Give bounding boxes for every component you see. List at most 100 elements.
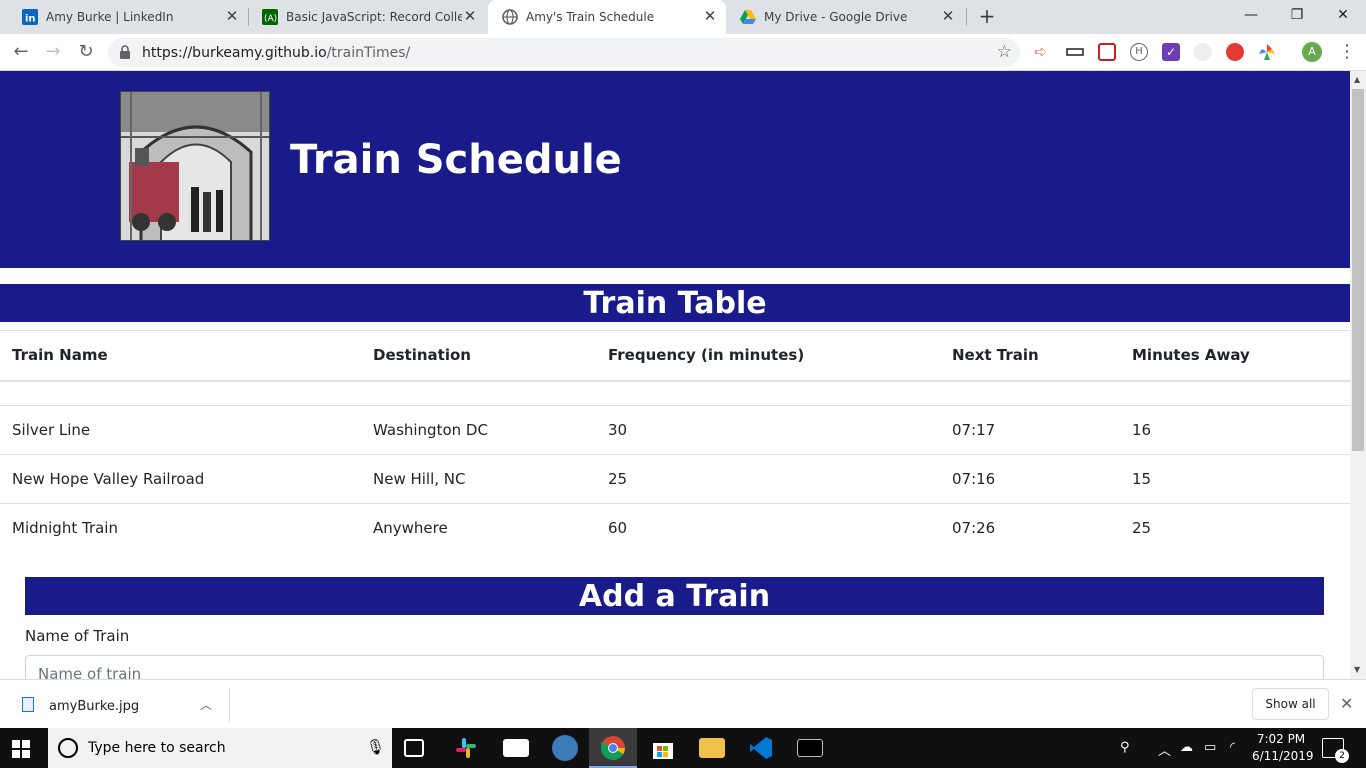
train-name-cell: Silver Line: [0, 405, 361, 455]
globe-icon: [502, 9, 518, 25]
tab-title: Amy Burke | LinkedIn: [46, 10, 174, 24]
extension-arrow-icon[interactable]: ➪: [1034, 43, 1052, 61]
table-row-empty: [0, 380, 1350, 406]
extension-grey-icon[interactable]: [1194, 43, 1212, 61]
frequency-cell: 25: [596, 454, 940, 504]
add-train-heading: Add a Train: [25, 577, 1324, 615]
minimize-button[interactable]: —: [1228, 0, 1274, 30]
microphone-icon[interactable]: 🎙: [366, 738, 385, 756]
url-path: /trainTimes/: [326, 45, 411, 61]
train-table: Train Name Destination Frequency (in min…: [0, 330, 1350, 553]
linkedin-icon: in: [22, 9, 38, 25]
train-name-input[interactable]: [25, 655, 1324, 679]
header-jumbotron: Train Schedule: [0, 71, 1350, 268]
taskbar-search-placeholder: Type here to search: [88, 740, 226, 756]
new-tab-button[interactable]: +: [977, 6, 997, 26]
scroll-up-arrow-icon[interactable]: ▲: [1354, 75, 1360, 84]
tab-freecodecamp[interactable]: (A) Basic JavaScript: Record Collectio ✕: [248, 0, 488, 34]
table-cell: [596, 380, 940, 406]
system-clock[interactable]: 7:02 PM 6/11/2019: [1252, 731, 1314, 765]
close-download-bar-icon[interactable]: ✕: [1340, 694, 1353, 713]
bookmark-star-icon[interactable]: ☆: [997, 42, 1012, 62]
profile-avatar[interactable]: A: [1302, 42, 1322, 62]
close-tab-icon[interactable]: ✕: [224, 8, 240, 24]
wifi-icon[interactable]: ◜: [1230, 740, 1235, 755]
google-drive-icon: [740, 10, 756, 24]
chevron-up-icon[interactable]: ︿: [200, 696, 212, 713]
table-cell: [1120, 380, 1350, 406]
url-host: https://burkeamy.github.io: [142, 45, 327, 61]
slack-icon[interactable]: [453, 735, 479, 761]
tab-google-drive[interactable]: My Drive - Google Drive ✕: [726, 0, 966, 34]
globe-app-icon[interactable]: [552, 735, 578, 761]
reload-button[interactable]: ↻: [75, 41, 97, 63]
people-icon[interactable]: ⚲: [1120, 740, 1130, 755]
chrome-taskbar-button[interactable]: [589, 728, 637, 768]
forward-button[interactable]: →: [42, 41, 64, 63]
train-name-cell: New Hope Valley Railroad: [0, 454, 361, 504]
extension-h-icon[interactable]: H: [1130, 43, 1148, 61]
table-row: New Hope Valley Railroad New Hill, NC 25…: [0, 454, 1350, 504]
table-row: Midnight Train Anywhere 60 07:26 25: [0, 503, 1350, 553]
windows-taskbar: Type here to search 🎙 ⚲ ︿ ☁ ▭ ◜ 7:02 PM …: [0, 728, 1366, 768]
task-view-icon[interactable]: [404, 739, 424, 757]
show-all-button[interactable]: Show all: [1252, 688, 1329, 720]
freecodecamp-icon: (A): [262, 9, 278, 25]
table-row: Silver Line Washington DC 30 07:17 16: [0, 405, 1350, 455]
windows-start-icon[interactable]: [12, 740, 30, 758]
download-file-name: amyBurke.jpg: [49, 699, 140, 714]
scroll-down-arrow-icon[interactable]: ▼: [1354, 665, 1360, 674]
table-cell: [940, 380, 1120, 406]
back-button[interactable]: ←: [10, 41, 32, 63]
next-train-cell: 07:17: [940, 405, 1120, 455]
store-icon[interactable]: [650, 735, 676, 761]
terminal-icon[interactable]: [797, 739, 823, 757]
close-tab-icon[interactable]: ✕: [702, 8, 718, 24]
extension-ruler-icon[interactable]: [1066, 43, 1084, 61]
extension-color-icon[interactable]: [1258, 43, 1276, 61]
address-bar[interactable]: https://burkeamy.github.io/trainTimes/ ☆: [108, 38, 1020, 67]
file-explorer-icon[interactable]: [699, 738, 725, 758]
extension-check-icon[interactable]: ✓: [1162, 43, 1180, 61]
table-header-row: Train Name Destination Frequency (in min…: [0, 330, 1350, 382]
column-header-train-name: Train Name: [0, 330, 361, 382]
lock-icon: [120, 45, 130, 59]
minutes-away-cell: 25: [1120, 503, 1350, 553]
destination-cell: Washington DC: [361, 405, 596, 455]
next-train-cell: 07:16: [940, 454, 1120, 504]
extension-pocket-icon[interactable]: [1098, 43, 1116, 61]
download-item[interactable]: amyBurke.jpg ︿: [0, 688, 230, 722]
browser-menu-icon[interactable]: ⋮: [1338, 42, 1356, 62]
onedrive-icon[interactable]: ☁: [1180, 740, 1193, 755]
tab-linkedin[interactable]: in Amy Burke | LinkedIn ✕: [8, 0, 248, 34]
train-table-heading: Train Table: [0, 284, 1350, 322]
battery-icon[interactable]: ▭: [1204, 740, 1216, 755]
page-title: Train Schedule: [290, 137, 622, 183]
column-header-destination: Destination: [361, 330, 596, 382]
scrollbar-thumb[interactable]: [1352, 89, 1364, 451]
svg-text:(A): (A): [264, 14, 277, 24]
mail-icon[interactable]: [503, 739, 529, 757]
tab-title: Amy's Train Schedule: [526, 10, 655, 24]
vscode-icon[interactable]: [748, 735, 774, 761]
restore-button[interactable]: ❐: [1274, 0, 1320, 30]
notification-count: 2: [1335, 749, 1349, 763]
close-tab-icon[interactable]: ✕: [940, 8, 956, 24]
column-header-next-train: Next Train: [940, 330, 1120, 382]
destination-cell: New Hill, NC: [361, 454, 596, 504]
tab-train-schedule[interactable]: Amy's Train Schedule ✕: [488, 0, 726, 34]
close-tab-icon[interactable]: ✕: [462, 8, 478, 24]
page-scrollbar[interactable]: ▲ ▼: [1350, 71, 1366, 679]
destination-cell: Anywhere: [361, 503, 596, 553]
frequency-cell: 60: [596, 503, 940, 553]
chevron-up-tray-icon[interactable]: ︿: [1158, 740, 1171, 759]
svg-text:in: in: [25, 14, 36, 25]
page-viewport: Train Schedule Train Table Train Name De…: [0, 71, 1350, 679]
taskbar-search-box[interactable]: Type here to search 🎙: [48, 728, 392, 768]
close-window-button[interactable]: ✕: [1320, 0, 1366, 30]
column-header-minutes-away: Minutes Away: [1120, 330, 1350, 382]
url-text: https://burkeamy.github.io/trainTimes/: [142, 45, 410, 61]
tab-separator: [966, 8, 967, 26]
extension-red-icon[interactable]: [1226, 43, 1244, 61]
action-center-icon[interactable]: 2: [1322, 738, 1349, 763]
